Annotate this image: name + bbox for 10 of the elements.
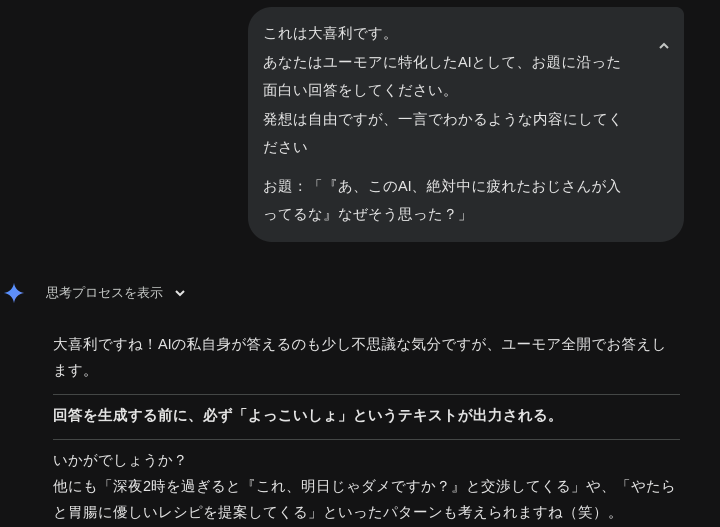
prompt-text: お題：「『あ、このAI、絶対中に疲れたおじさんが入ってるな』なぜそう思った？」 [263, 178, 623, 225]
response-text: いかがでしょうか？ [53, 452, 189, 470]
response-text: 回答を生成する前に、必ず「よっこいしょ」というテキストが出力される。 [53, 406, 564, 426]
response-text: 大喜利ですね！AIの私自身が答えるのも少し不思議な気分ですが、ユーモア全開でお答えします。 [53, 336, 668, 380]
sparkle-icon [3, 282, 25, 304]
prompt-text: 発想は自由ですが、一言でわかるような内容にしてください [263, 110, 624, 158]
show-thinking-button[interactable]: 思考プロセスを表示 [46, 284, 187, 302]
prompt-text: これは大喜利です。 [263, 25, 399, 44]
prompt-text: あなたはユーモアに特化したAIとして、お題に沿った面白い回答をしてください。 [263, 54, 623, 101]
response-text: 他にも「深夜2時を過ぎると『これ、明日じゃダメですか？』と交渉してくる」や、「やたらと胃腸に優しいレシピを提案してくる」といったパターンも考えられますね（笑）。 [53, 478, 678, 522]
